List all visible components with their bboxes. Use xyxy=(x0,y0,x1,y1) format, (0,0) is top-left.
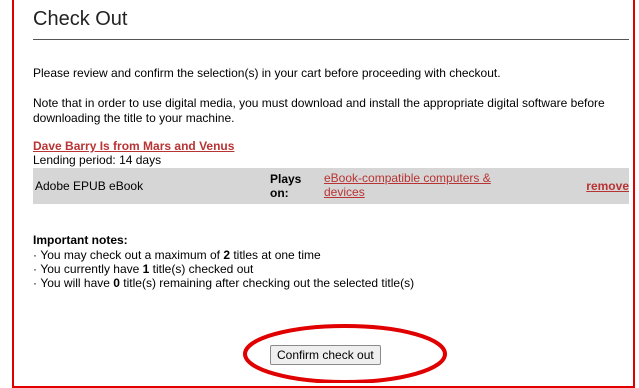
plays-on-label: Plays on: xyxy=(270,172,302,200)
lending-period: Lending period: 14 days xyxy=(33,153,162,167)
remove-link[interactable]: remove xyxy=(586,179,629,193)
page-title: Check Out xyxy=(33,8,128,30)
software-note: Note that in order to use digital media,… xyxy=(33,96,605,125)
cart-item-title-link[interactable]: Dave Barry Is from Mars and Venus xyxy=(33,139,234,153)
note-max-titles: You may check out a maximum of 2 titles … xyxy=(33,248,414,262)
title-divider xyxy=(33,39,629,40)
confirm-checkout-button[interactable]: Confirm check out xyxy=(270,345,381,365)
note-current-titles: You currently have 1 title(s) checked ou… xyxy=(33,262,414,276)
note-remaining-titles: You will have 0 title(s) remaining after… xyxy=(33,276,414,290)
important-notes-heading: Important notes: xyxy=(33,233,128,247)
intro-text: Please review and confirm the selection(… xyxy=(33,66,501,80)
compatible-devices-link[interactable]: eBook-compatible computers & devices xyxy=(324,171,504,199)
format-row: Adobe EPUB eBook Plays on: eBook-compati… xyxy=(33,168,629,204)
important-notes-list: You may check out a maximum of 2 titles … xyxy=(33,248,414,290)
format-name: Adobe EPUB eBook xyxy=(35,179,144,193)
